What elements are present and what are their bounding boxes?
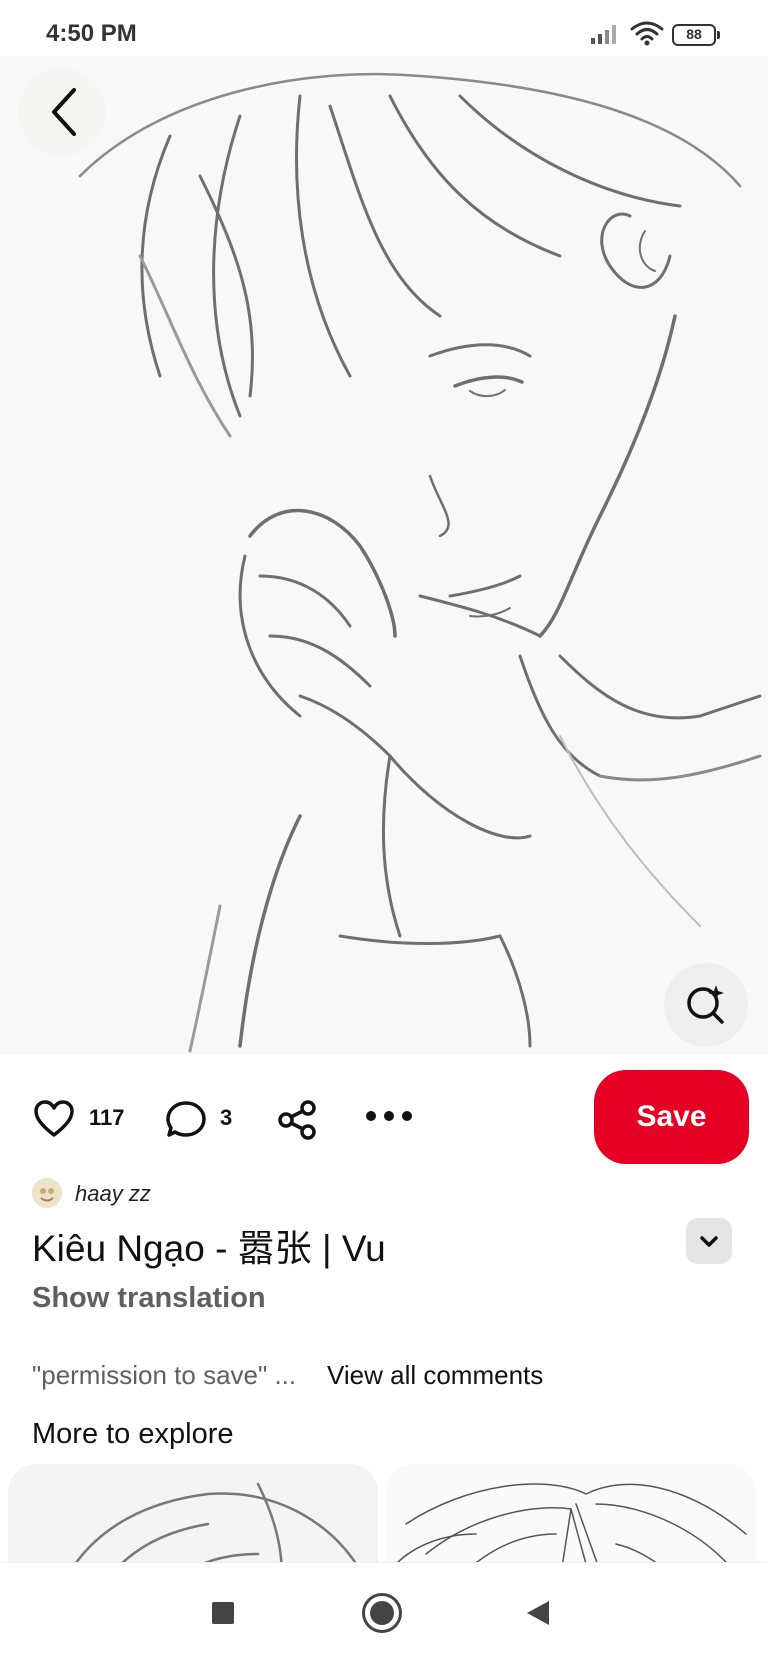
pin-sketch-illustration <box>0 56 768 1054</box>
chevron-down-icon <box>700 1236 718 1247</box>
like-count: 117 <box>89 1105 125 1130</box>
more-to-explore-heading: More to explore <box>32 1418 234 1450</box>
view-all-comments-link[interactable]: View all comments <box>327 1360 543 1391</box>
system-navigation-bar <box>0 1562 768 1665</box>
pin-image[interactable] <box>0 56 768 1054</box>
home-button[interactable] <box>362 1593 402 1633</box>
back-arrow-icon <box>52 88 76 136</box>
signal-icon <box>591 25 616 44</box>
recents-button[interactable] <box>212 1602 234 1624</box>
wifi-icon <box>630 21 664 46</box>
battery-level: 88 <box>686 26 702 42</box>
visual-search-button[interactable] <box>664 963 748 1047</box>
pin-actions: 117 3 Save <box>0 1070 768 1166</box>
share-icon[interactable] <box>276 1100 318 1140</box>
author-name[interactable]: haay zz <box>75 1181 151 1207</box>
avatar-image <box>32 1178 62 1208</box>
expand-details-button[interactable] <box>686 1218 732 1264</box>
heart-icon[interactable] <box>33 1100 75 1138</box>
pin-title: Kiêu Ngạo - 嚣张 | Vu <box>32 1228 386 1269</box>
battery-icon: 88 <box>672 24 720 46</box>
system-back-button[interactable] <box>527 1601 549 1625</box>
show-translation-link[interactable]: Show translation <box>32 1282 266 1315</box>
comment-preview[interactable]: "permission to save" ... <box>32 1360 296 1391</box>
save-button[interactable]: Save <box>594 1070 749 1164</box>
more-icon[interactable] <box>364 1108 414 1124</box>
comment-icon[interactable] <box>165 1100 207 1140</box>
visual-search-icon <box>687 985 724 1024</box>
status-time: 4:50 PM <box>46 20 137 47</box>
comment-count: 3 <box>220 1105 233 1130</box>
avatar[interactable] <box>32 1178 62 1208</box>
back-button[interactable] <box>18 68 106 156</box>
